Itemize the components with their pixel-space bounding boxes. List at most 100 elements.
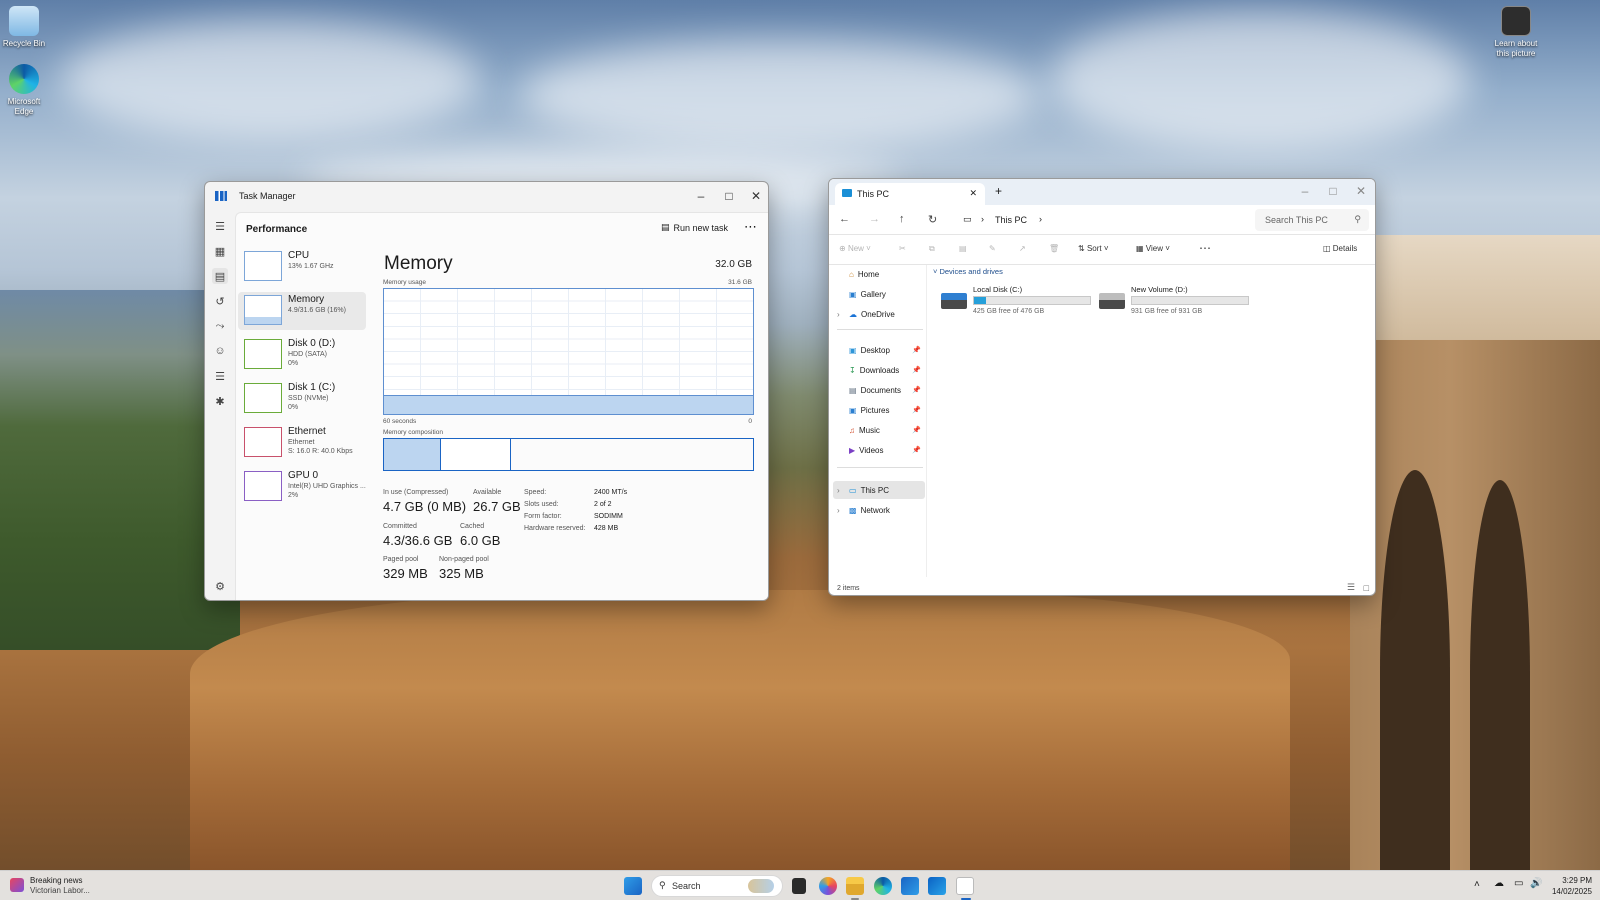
nav-item-documents[interactable]: ▤ Documents 📌 — [849, 381, 925, 399]
run-task-icon: ▤ — [660, 222, 670, 232]
address-bar[interactable]: ▭ › This PC › — [957, 209, 1229, 231]
processes-icon[interactable]: ▦ — [212, 243, 228, 259]
news-widget[interactable]: Breaking news Victorian Labor... — [10, 876, 90, 896]
see-more-button[interactable]: ⋯ — [1199, 241, 1211, 255]
services-icon[interactable]: ✱ — [212, 393, 228, 409]
rename-icon[interactable]: ✎ — [989, 244, 996, 253]
tiles-view-icon[interactable]: □ — [1364, 583, 1369, 593]
learn-about-picture-shortcut[interactable]: Learn about this picture — [1492, 6, 1540, 59]
run-new-task-button[interactable]: ▤ Run new task — [661, 222, 728, 233]
resource-sub: 4.9/31.6 GB (16%) — [288, 307, 346, 314]
resource-item-gpu[interactable]: GPU 0 Intel(R) UHD Graphics ... 2% — [238, 468, 366, 506]
divider — [837, 467, 923, 468]
close-button[interactable]: ✕ — [742, 182, 768, 210]
group-header-label: Devices and drives — [939, 267, 1003, 276]
taskbar-search-box[interactable]: ⚲ Search — [651, 875, 783, 897]
copilot-icon[interactable] — [819, 877, 837, 895]
minimize-button[interactable]: – — [687, 182, 715, 210]
volume-icon[interactable]: 🔊 — [1530, 878, 1542, 889]
task-view-icon[interactable] — [792, 878, 806, 894]
resource-item-memory[interactable]: Memory 4.9/31.6 GB (16%) — [238, 292, 366, 330]
clock[interactable]: 3:29 PM 14/02/2025 — [1552, 875, 1592, 897]
group-header-devices[interactable]: ˅ Devices and drives — [933, 267, 1003, 276]
monitor-icon: ▭ — [963, 214, 972, 224]
nav-item-this-pc[interactable]: › ▭ This PC — [833, 481, 925, 499]
nav-item-network[interactable]: › ▩ Network — [837, 501, 925, 519]
edge-taskbar-icon[interactable] — [874, 877, 892, 895]
desktop-icon-label: Recycle Bin — [2, 39, 46, 48]
nav-item-music[interactable]: ♫ Music 📌 — [849, 421, 925, 439]
up-arrow-icon[interactable]: ↑ — [899, 213, 905, 225]
resource-item-ethernet[interactable]: Ethernet Ethernet S: 16.0 R: 40.0 Kbps — [238, 424, 366, 462]
cached-value: 6.0 GB — [460, 533, 501, 548]
view-button[interactable]: ▦ View ˅ — [1136, 244, 1170, 253]
expand-chevron-icon[interactable]: › — [837, 310, 840, 319]
sort-label: Sort — [1086, 244, 1102, 253]
resource-item-disk-0[interactable]: Disk 0 (D:) HDD (SATA) 0% — [238, 336, 366, 374]
clock-time: 3:29 PM — [1562, 876, 1592, 885]
nav-item-onedrive[interactable]: › ☁ OneDrive — [837, 305, 925, 323]
new-button[interactable]: ⊕ New ˅ — [839, 244, 871, 253]
breadcrumb-chevron-icon[interactable]: › — [1039, 214, 1042, 224]
expand-chevron-icon[interactable]: › — [837, 506, 840, 515]
hamburger-menu-icon[interactable]: ☰ — [212, 218, 228, 234]
drive-usage-bar — [973, 296, 1091, 305]
settings-gear-icon[interactable]: ⚙ — [212, 578, 228, 594]
nav-item-pictures[interactable]: ▣ Pictures 📌 — [849, 401, 925, 419]
details-button[interactable]: ◫ Details — [1323, 244, 1357, 253]
search-icon: ⚲ — [1354, 214, 1361, 224]
outlook-icon[interactable] — [928, 877, 946, 895]
app-history-icon[interactable]: ↺ — [212, 293, 228, 309]
title-bar[interactable]: Task Manager – □ ✕ — [205, 182, 768, 212]
cut-icon[interactable]: ✂ — [899, 244, 906, 253]
nav-item-home[interactable]: ⌂ Home — [849, 265, 925, 283]
expand-chevron-icon[interactable]: › — [837, 486, 840, 495]
back-arrow-icon[interactable]: ← — [839, 213, 850, 225]
details-icon[interactable]: ☰ — [212, 368, 228, 384]
details-view-icon[interactable]: ☰ — [1347, 582, 1355, 593]
new-tab-button[interactable]: + — [995, 184, 1002, 198]
maximize-button[interactable]: □ — [1319, 179, 1347, 205]
minimize-button[interactable]: – — [1291, 179, 1319, 205]
copy-icon[interactable]: ⧉ — [929, 244, 935, 254]
resource-list: CPU 13% 1.67 GHz Memory 4.9/31.6 GB (16%… — [238, 248, 366, 512]
search-placeholder: Search This PC — [1265, 215, 1328, 225]
breadcrumb[interactable]: This PC — [995, 215, 1027, 225]
delete-icon[interactable]: 🗑 — [1049, 244, 1059, 253]
ethernet-sparkline — [244, 427, 282, 457]
users-icon[interactable]: ☺ — [212, 343, 228, 359]
start-button-windows-icon[interactable] — [624, 877, 642, 895]
file-explorer-window[interactable]: This PC ✕ + – □ ✕ ← → ↑ ↻ ▭ › This PC › … — [828, 178, 1376, 596]
forward-arrow-icon[interactable]: → — [869, 213, 880, 225]
nav-item-videos[interactable]: ▶ Videos 📌 — [849, 441, 925, 459]
recycle-bin-shortcut[interactable]: Recycle Bin — [0, 6, 48, 49]
startup-apps-icon[interactable]: ⤳ — [212, 318, 228, 334]
drive-item-c[interactable]: Local Disk (C:) 425 GB free of 476 GB — [941, 285, 1101, 321]
paste-icon[interactable]: ▤ — [959, 244, 967, 253]
file-explorer-taskbar-icon[interactable] — [846, 877, 864, 895]
resource-sub: HDD (SATA) — [288, 351, 328, 358]
close-tab-icon[interactable]: ✕ — [969, 188, 977, 199]
close-button[interactable]: ✕ — [1347, 179, 1375, 205]
nav-item-downloads[interactable]: ↧ Downloads 📌 — [849, 361, 925, 379]
task-manager-taskbar-icon[interactable] — [956, 877, 974, 895]
sort-button[interactable]: ⇅ Sort ˅ — [1078, 244, 1109, 253]
resource-item-cpu[interactable]: CPU 13% 1.67 GHz — [238, 248, 366, 286]
edge-shortcut[interactable]: Microsoft Edge — [0, 64, 48, 117]
more-options-button[interactable]: ⋯ — [744, 219, 758, 235]
drive-item-d[interactable]: New Volume (D:) 931 GB free of 931 GB — [1099, 285, 1259, 321]
refresh-icon[interactable]: ↻ — [928, 213, 937, 226]
show-hidden-icons-chevron-icon[interactable]: ˄ — [1474, 879, 1480, 890]
nav-item-desktop[interactable]: ▣ Desktop 📌 — [849, 341, 925, 359]
resource-item-disk-1[interactable]: Disk 1 (C:) SSD (NVMe) 0% — [238, 380, 366, 418]
nav-item-gallery[interactable]: ▣ Gallery — [849, 285, 925, 303]
onedrive-tray-icon[interactable]: ☁ — [1494, 878, 1504, 889]
network-tray-icon[interactable]: ▭ — [1514, 878, 1523, 889]
tab-this-pc[interactable]: This PC ✕ — [835, 183, 985, 205]
store-icon[interactable] — [901, 877, 919, 895]
search-input[interactable]: Search This PC ⚲ — [1255, 209, 1369, 231]
maximize-button[interactable]: □ — [715, 182, 743, 210]
task-manager-window[interactable]: Task Manager – □ ✕ ☰ ▦ ▤ ↺ ⤳ ☺ ☰ ✱ ⚙ Per… — [204, 181, 769, 601]
performance-icon[interactable]: ▤ — [212, 268, 228, 284]
share-icon[interactable]: ↗ — [1019, 244, 1026, 253]
